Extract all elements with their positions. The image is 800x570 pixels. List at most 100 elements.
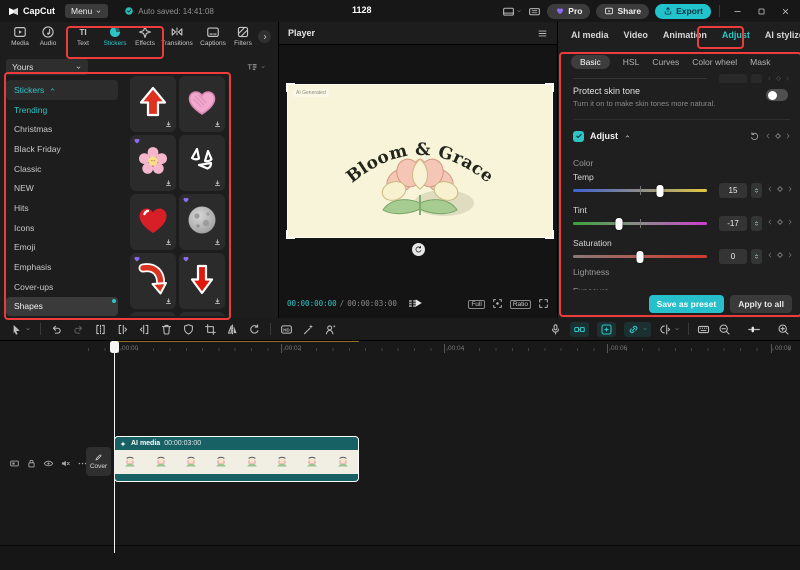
toolbar-[interactable] — [270, 323, 271, 335]
inspector-tab-adjust[interactable]: Adjust — [722, 30, 750, 40]
toolbar-ai-person[interactable] — [324, 323, 337, 336]
media-tab-media[interactable]: Media — [6, 25, 34, 56]
keyframe-next-icon[interactable] — [784, 132, 792, 140]
download-icon[interactable] — [164, 238, 173, 247]
subtab-basic[interactable]: Basic — [571, 55, 610, 69]
toolbar-trim-right[interactable] — [138, 323, 151, 336]
slider-value[interactable]: -17 — [719, 216, 747, 231]
toolbar-rotate[interactable] — [248, 323, 261, 336]
subtab-hsl[interactable]: HSL — [623, 55, 640, 69]
keyframe-add-icon[interactable] — [776, 185, 784, 193]
download-icon[interactable] — [213, 238, 222, 247]
toolbar-keyboard[interactable] — [697, 323, 710, 336]
export-button[interactable]: Export — [655, 3, 711, 19]
keyframe-add-icon[interactable] — [774, 132, 782, 140]
save-as-preset-button[interactable]: Save as preset — [648, 295, 725, 313]
toolbar-crop[interactable] — [204, 323, 217, 336]
close-button[interactable] — [776, 3, 794, 19]
adjust-checkbox[interactable] — [573, 130, 584, 142]
sticker-red-arrow-down[interactable] — [179, 253, 225, 309]
toolbar-zoom-in[interactable] — [777, 323, 790, 336]
sticker-red-arrow-up[interactable] — [130, 76, 176, 132]
inspector-tab-video[interactable]: Video — [624, 30, 648, 40]
toolbar-[interactable] — [688, 323, 689, 335]
sticker-red-curved-arrow[interactable] — [130, 253, 176, 309]
player-menu-button[interactable] — [537, 28, 548, 39]
minimize-button[interactable] — [728, 3, 746, 19]
slider-value[interactable]: 0 — [719, 249, 747, 264]
toolbar-zoom-out[interactable] — [718, 323, 731, 336]
subtab-mask[interactable]: Mask — [750, 55, 770, 69]
toolbar-mirror[interactable] — [226, 323, 239, 336]
sticker-category-trending[interactable]: Trending — [6, 100, 118, 120]
sticker-pink-flower[interactable] — [130, 135, 176, 191]
keyframe-next-icon[interactable] — [786, 218, 794, 226]
download-icon[interactable] — [164, 297, 173, 306]
menu-button[interactable]: Menu — [65, 4, 109, 18]
sticker-category-shapes[interactable]: Shapes — [6, 296, 118, 317]
toolbar-hd[interactable]: HD — [280, 323, 293, 336]
sticker-category-black-friday[interactable]: Black Friday — [6, 139, 118, 159]
toolbar-[interactable] — [40, 323, 41, 335]
slider-handle[interactable] — [636, 250, 644, 263]
selection-handle[interactable] — [545, 230, 554, 239]
download-icon[interactable] — [213, 120, 222, 129]
sticker-category-stickers[interactable]: Stickers — [6, 80, 118, 100]
track-thumb-icon[interactable] — [9, 458, 20, 469]
keyframe-add-icon[interactable] — [776, 251, 784, 259]
reset-button[interactable] — [749, 131, 760, 142]
value-stepper[interactable] — [751, 183, 762, 198]
media-tab-stickers[interactable]: Stickers — [101, 25, 129, 56]
toolbar-sparkle-box[interactable] — [597, 321, 616, 337]
share-button[interactable]: Share — [596, 3, 650, 19]
toolbar-split[interactable] — [94, 323, 107, 336]
sticker-white-shapes[interactable] — [179, 135, 225, 191]
slider-track[interactable] — [573, 250, 707, 263]
sticker-gray-moon[interactable] — [179, 194, 225, 250]
sticker-category-hits[interactable]: Hits — [6, 198, 118, 218]
playhead-line[interactable] — [114, 341, 116, 553]
selection-handle[interactable] — [286, 83, 295, 92]
keyframe-prev-icon[interactable] — [764, 132, 772, 140]
slider-track[interactable] — [573, 184, 707, 197]
lock-icon[interactable] — [26, 458, 37, 469]
preview-canvas[interactable]: Bloom & Grace AI Generated — [286, 83, 554, 239]
sticker-category-emphasis[interactable]: Emphasis — [6, 257, 118, 277]
media-tab-audio[interactable]: Audio — [34, 25, 62, 56]
toolbar-link-clips[interactable] — [570, 321, 589, 337]
value-stepper[interactable] — [751, 249, 762, 264]
media-tab-text[interactable]: TI Text — [69, 25, 97, 56]
sticker-blank[interactable] — [130, 312, 176, 316]
player-control[interactable]: Full — [468, 298, 485, 309]
protect-skin-tone-toggle[interactable] — [766, 89, 788, 101]
sticker-category-new[interactable]: NEW — [6, 178, 118, 198]
sticker-category-emoji[interactable]: Emoji — [6, 238, 118, 258]
toolbar-shield[interactable] — [182, 323, 195, 336]
cover-button[interactable]: Cover — [86, 447, 111, 476]
player-control[interactable] — [538, 298, 549, 309]
media-tab-effects[interactable]: Effects — [131, 25, 159, 56]
speaker-mute-icon[interactable] — [60, 458, 71, 469]
toolbar-select-cursor[interactable] — [10, 323, 31, 336]
download-icon[interactable] — [213, 297, 222, 306]
playhead-handle[interactable] — [110, 341, 119, 353]
sticker-pink-scribble-heart[interactable] — [179, 76, 225, 132]
keyframe-next-icon[interactable] — [786, 185, 794, 193]
keyframe-add-icon[interactable] — [776, 218, 784, 226]
keyframe-next-icon[interactable] — [786, 251, 794, 259]
media-tab-filters[interactable]: Filters — [228, 25, 258, 56]
media-tab-captions[interactable]: Captions — [198, 25, 228, 56]
more-tabs-button[interactable] — [258, 30, 271, 43]
timeline-ruler[interactable]: 00:00 00:02 00:04 00:06 00:08 — [0, 341, 800, 356]
player-control[interactable]: Ratio — [509, 298, 531, 309]
sticker-red-heart[interactable] — [130, 194, 176, 250]
sticker-gray-moon[interactable] — [179, 312, 225, 316]
layout-toggle-button[interactable] — [502, 5, 522, 18]
keyframe-prev-icon[interactable] — [766, 185, 774, 193]
selection-handle[interactable] — [545, 83, 554, 92]
apply-to-all-button[interactable]: Apply to all — [730, 295, 792, 313]
player-control[interactable] — [492, 298, 503, 309]
pro-button[interactable]: Pro — [547, 3, 591, 19]
subtab-curves[interactable]: Curves — [652, 55, 679, 69]
toolbar-link[interactable] — [624, 321, 651, 337]
